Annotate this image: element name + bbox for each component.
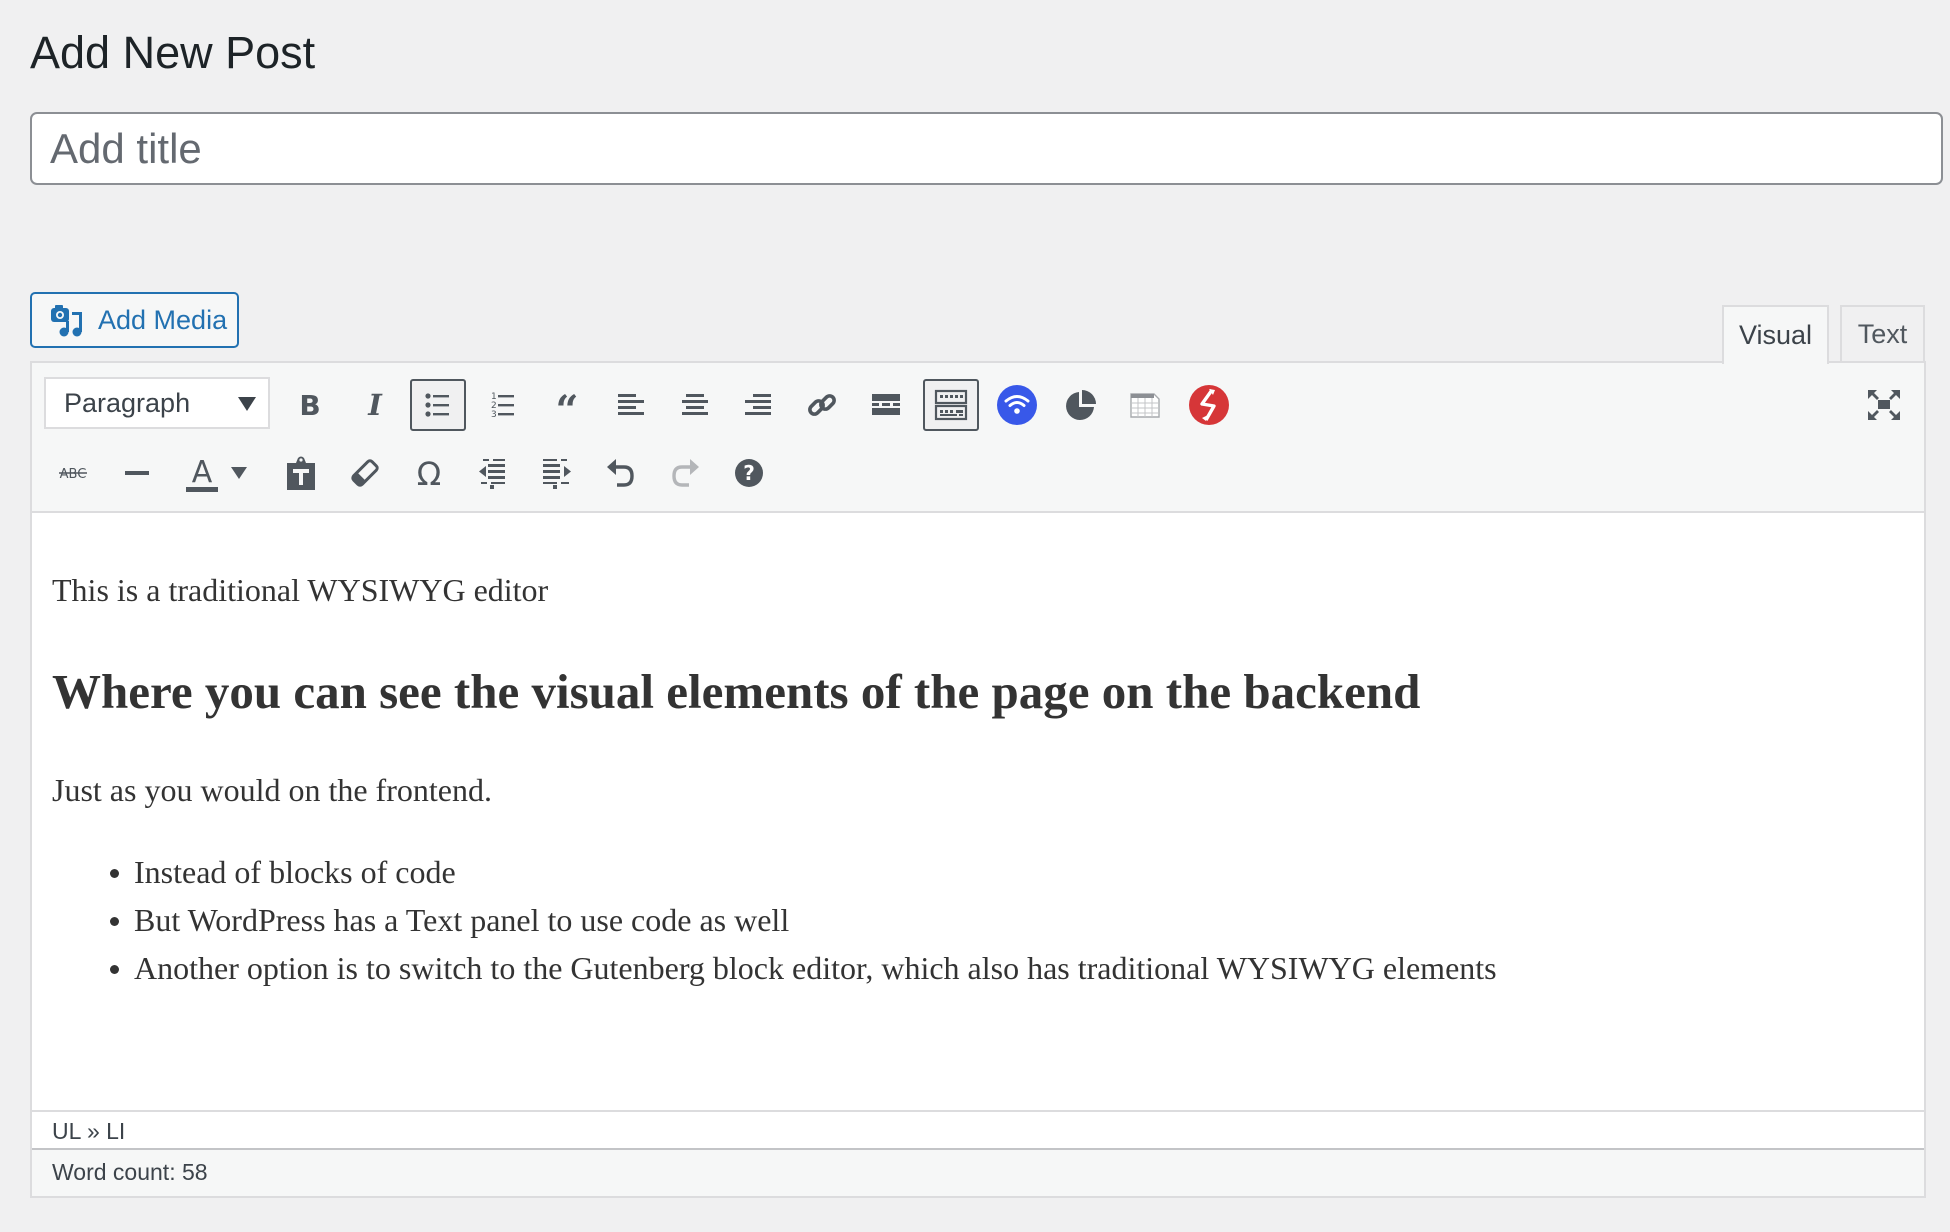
table-icon	[1130, 393, 1160, 418]
paste-text-icon	[287, 456, 315, 490]
content-heading: Where you can see the visual elements of…	[52, 664, 1421, 719]
increase-indent-button[interactable]	[530, 447, 584, 499]
italic-button[interactable]: I	[348, 379, 402, 431]
numbered-list-button[interactable]: 1 2 3	[476, 379, 530, 431]
list-item: But WordPress has a Text panel to use co…	[32, 896, 1497, 944]
strikethrough-button[interactable]: ABC	[46, 447, 100, 499]
svg-text:A: A	[192, 455, 213, 490]
page-title: Add New Post	[30, 27, 316, 78]
bulleted-list-icon	[425, 393, 449, 417]
post-title-input[interactable]	[30, 112, 1943, 185]
text-color-icon: A	[186, 455, 218, 492]
decrease-indent-button[interactable]	[466, 447, 520, 499]
italic-icon: I	[367, 390, 383, 420]
caret-down-icon	[238, 397, 256, 411]
insert-link-button[interactable]	[795, 379, 849, 431]
toolbar-toggle-button[interactable]	[923, 379, 979, 431]
camera-music-icon	[51, 305, 82, 337]
help-icon: ?	[735, 459, 763, 487]
chart-plugin-button[interactable]	[1054, 379, 1108, 431]
align-right-icon	[745, 394, 771, 415]
svg-text:3: 3	[491, 410, 497, 420]
element-path: UL » LI	[32, 1110, 1924, 1150]
svg-text:Ω: Ω	[417, 457, 441, 489]
list-item: Another option is to switch to the Guten…	[32, 944, 1497, 992]
indent-icon	[543, 459, 571, 489]
numbered-list-icon: 1 2 3	[491, 392, 514, 420]
svg-text:I: I	[367, 390, 383, 420]
bold-button[interactable]: B	[283, 379, 337, 431]
table-plugin-button[interactable]	[1118, 379, 1172, 431]
read-more-icon	[872, 394, 900, 415]
classic-editor: Paragraph B I 1 2 3 “ ABC A Ω ? This is …	[30, 361, 1926, 1198]
word-count: Word count: 58	[32, 1148, 1924, 1196]
add-media-button[interactable]: Add Media	[30, 292, 239, 348]
content-bulleted-list: Instead of blocks of code But WordPress …	[32, 848, 1497, 992]
caret-down-icon	[231, 467, 247, 479]
editor-content[interactable]: This is a traditional WYSIWYG editor Whe…	[32, 513, 1924, 1110]
horizontal-line-icon	[125, 471, 149, 475]
bold-icon: B	[299, 390, 320, 420]
quote-icon: “	[555, 390, 578, 420]
outdent-icon	[479, 459, 505, 489]
paste-as-text-button[interactable]	[274, 447, 328, 499]
content-paragraph: This is a traditional WYSIWYG editor	[52, 572, 549, 608]
editor-toolbar: Paragraph B I 1 2 3 “ ABC A Ω ?	[32, 363, 1924, 513]
toolbar-row-1: Paragraph B I 1 2 3 “	[32, 375, 1924, 435]
text-color-dropdown[interactable]	[224, 447, 254, 499]
add-media-label: Add Media	[98, 304, 228, 335]
svg-text:?: ?	[743, 461, 755, 485]
bulleted-list-button[interactable]	[410, 379, 466, 431]
svg-text:“: “	[555, 390, 578, 420]
align-right-button[interactable]	[731, 379, 785, 431]
tab-visual[interactable]: Visual	[1722, 305, 1829, 364]
format-select[interactable]: Paragraph	[44, 377, 270, 429]
undo-button[interactable]	[594, 447, 648, 499]
content-paragraph: Just as you would on the frontend.	[52, 772, 492, 808]
align-left-icon	[618, 394, 644, 415]
toolbar-row-2: ABC A Ω ?	[32, 443, 1924, 503]
horizontal-line-button[interactable]	[110, 447, 164, 499]
omega-icon: Ω	[417, 457, 441, 489]
clear-formatting-button[interactable]	[338, 447, 392, 499]
svg-text:B: B	[299, 390, 320, 420]
link-icon	[808, 394, 836, 416]
redo-button[interactable]	[658, 447, 712, 499]
blockquote-button[interactable]: “	[540, 379, 594, 431]
special-character-button[interactable]: Ω	[402, 447, 456, 499]
keyboard-shortcuts-button[interactable]: ?	[722, 447, 776, 499]
undo-icon	[607, 459, 634, 487]
read-more-button[interactable]	[859, 379, 913, 431]
wifi-plugin-button[interactable]	[990, 379, 1044, 431]
tab-text[interactable]: Text	[1840, 305, 1925, 362]
pie-chart-icon	[1066, 390, 1096, 420]
svg-text:ABC: ABC	[60, 467, 87, 482]
wifi-icon	[997, 385, 1037, 425]
fullscreen-button[interactable]	[1857, 379, 1911, 431]
format-select-value: Paragraph	[64, 387, 191, 418]
align-center-icon	[682, 394, 708, 415]
redo-icon	[672, 459, 699, 487]
shortcode-plugin-button[interactable]	[1182, 379, 1236, 431]
strikethrough-icon: ABC	[59, 467, 87, 482]
lightning-icon	[1189, 385, 1229, 425]
align-center-button[interactable]	[668, 379, 722, 431]
fullscreen-icon	[1868, 390, 1900, 420]
align-left-button[interactable]	[604, 379, 658, 431]
list-item: Instead of blocks of code	[32, 848, 1497, 896]
keyboard-icon	[934, 389, 968, 421]
eraser-icon	[351, 459, 379, 487]
text-color-button[interactable]: A	[175, 447, 229, 499]
